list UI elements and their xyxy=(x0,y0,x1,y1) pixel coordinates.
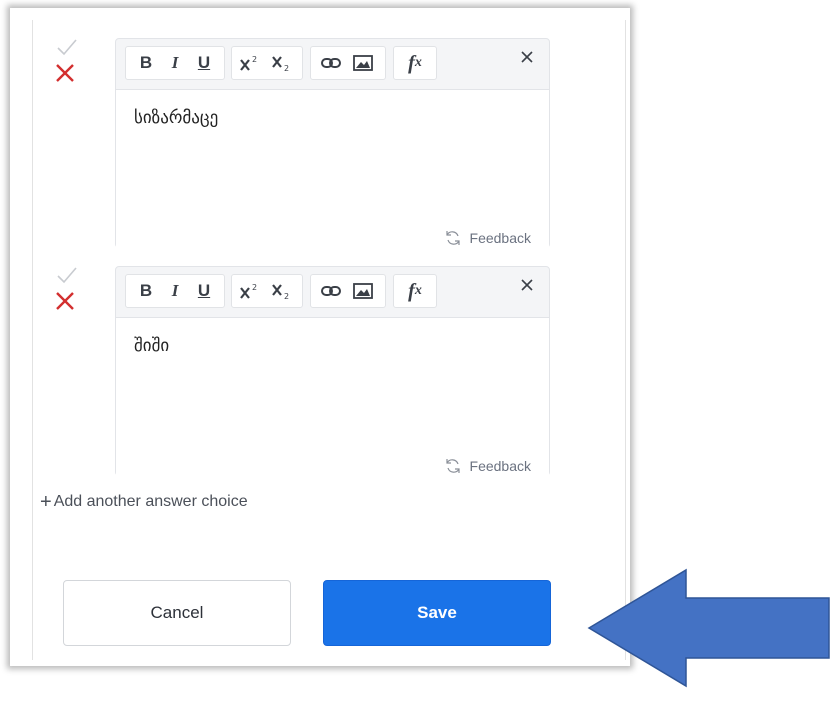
formula-f: f xyxy=(408,279,415,302)
editor-toolbar: B I U 2 2 f x xyxy=(116,39,549,87)
formula-x: x xyxy=(414,283,422,298)
bold-button[interactable]: B xyxy=(132,275,160,307)
answer-editor: B I U 2 2 xyxy=(115,38,550,263)
correctness-marks xyxy=(52,266,84,316)
svg-text:2: 2 xyxy=(252,55,257,64)
feedback-label: Feedback xyxy=(469,230,531,246)
script-group: 2 2 xyxy=(231,274,303,308)
mark-correct-check-icon[interactable] xyxy=(56,38,78,56)
italic-button[interactable]: I xyxy=(161,47,189,79)
format-group: B I U xyxy=(125,46,225,80)
answer-text: შიში xyxy=(134,336,170,356)
refresh-icon xyxy=(445,231,460,245)
plus-icon: + xyxy=(40,491,52,513)
italic-button[interactable]: I xyxy=(161,275,189,307)
mark-incorrect-x-icon[interactable] xyxy=(54,290,76,312)
mark-incorrect-x-icon[interactable] xyxy=(54,62,76,84)
format-group: B I U xyxy=(125,274,225,308)
superscript-icon[interactable]: 2 xyxy=(236,47,264,79)
subscript-icon[interactable]: 2 xyxy=(268,47,296,79)
save-button[interactable]: Save xyxy=(323,580,551,646)
image-icon[interactable] xyxy=(349,275,377,307)
feedback-button[interactable]: Feedback xyxy=(444,457,531,475)
close-icon[interactable] xyxy=(519,49,535,65)
superscript-icon[interactable]: 2 xyxy=(236,275,264,307)
formula-group: fx xyxy=(393,46,437,80)
answer-choice-2: B I U 2 2 f x შიში Feedback xyxy=(0,250,592,491)
answer-text-area[interactable]: სიზარმაცე Feedback xyxy=(116,89,549,263)
correctness-marks xyxy=(52,38,84,88)
function-icon[interactable]: fx xyxy=(401,275,429,307)
close-icon[interactable] xyxy=(519,277,535,293)
formula-x: x xyxy=(414,55,422,70)
answer-text: სიზარმაცე xyxy=(134,108,219,128)
add-answer-choice-link[interactable]: + Add another answer choice xyxy=(40,492,248,512)
formula-f: f xyxy=(408,51,415,74)
underline-button[interactable]: U xyxy=(190,275,218,307)
function-icon[interactable]: fx xyxy=(401,47,429,79)
script-group: 2 2 xyxy=(231,46,303,80)
subscript-icon[interactable]: 2 xyxy=(268,275,296,307)
mark-correct-check-icon[interactable] xyxy=(56,266,78,284)
svg-text:2: 2 xyxy=(284,292,289,300)
insert-group xyxy=(310,274,386,308)
feedback-label: Feedback xyxy=(469,458,531,474)
link-icon[interactable] xyxy=(317,47,345,79)
answer-choice-1: B I U 2 2 f x სიზარმაცე Feedback xyxy=(0,22,592,263)
cancel-button[interactable]: Cancel xyxy=(63,580,291,646)
svg-text:2: 2 xyxy=(252,283,257,292)
formula-group: fx xyxy=(393,274,437,308)
refresh-icon xyxy=(445,459,460,473)
answer-text-area[interactable]: შიში Feedback xyxy=(116,317,549,491)
feedback-button[interactable]: Feedback xyxy=(444,229,531,247)
image-icon[interactable] xyxy=(349,47,377,79)
editor-toolbar: B I U 2 2 f x xyxy=(116,267,549,315)
svg-text:2: 2 xyxy=(284,64,289,72)
pointer-arrow-icon xyxy=(587,568,830,688)
underline-button[interactable]: U xyxy=(190,47,218,79)
add-answer-choice-label: Add another answer choice xyxy=(53,493,248,510)
bold-button[interactable]: B xyxy=(132,47,160,79)
answer-editor: B I U 2 2 xyxy=(115,266,550,491)
insert-group xyxy=(310,46,386,80)
link-icon[interactable] xyxy=(317,275,345,307)
